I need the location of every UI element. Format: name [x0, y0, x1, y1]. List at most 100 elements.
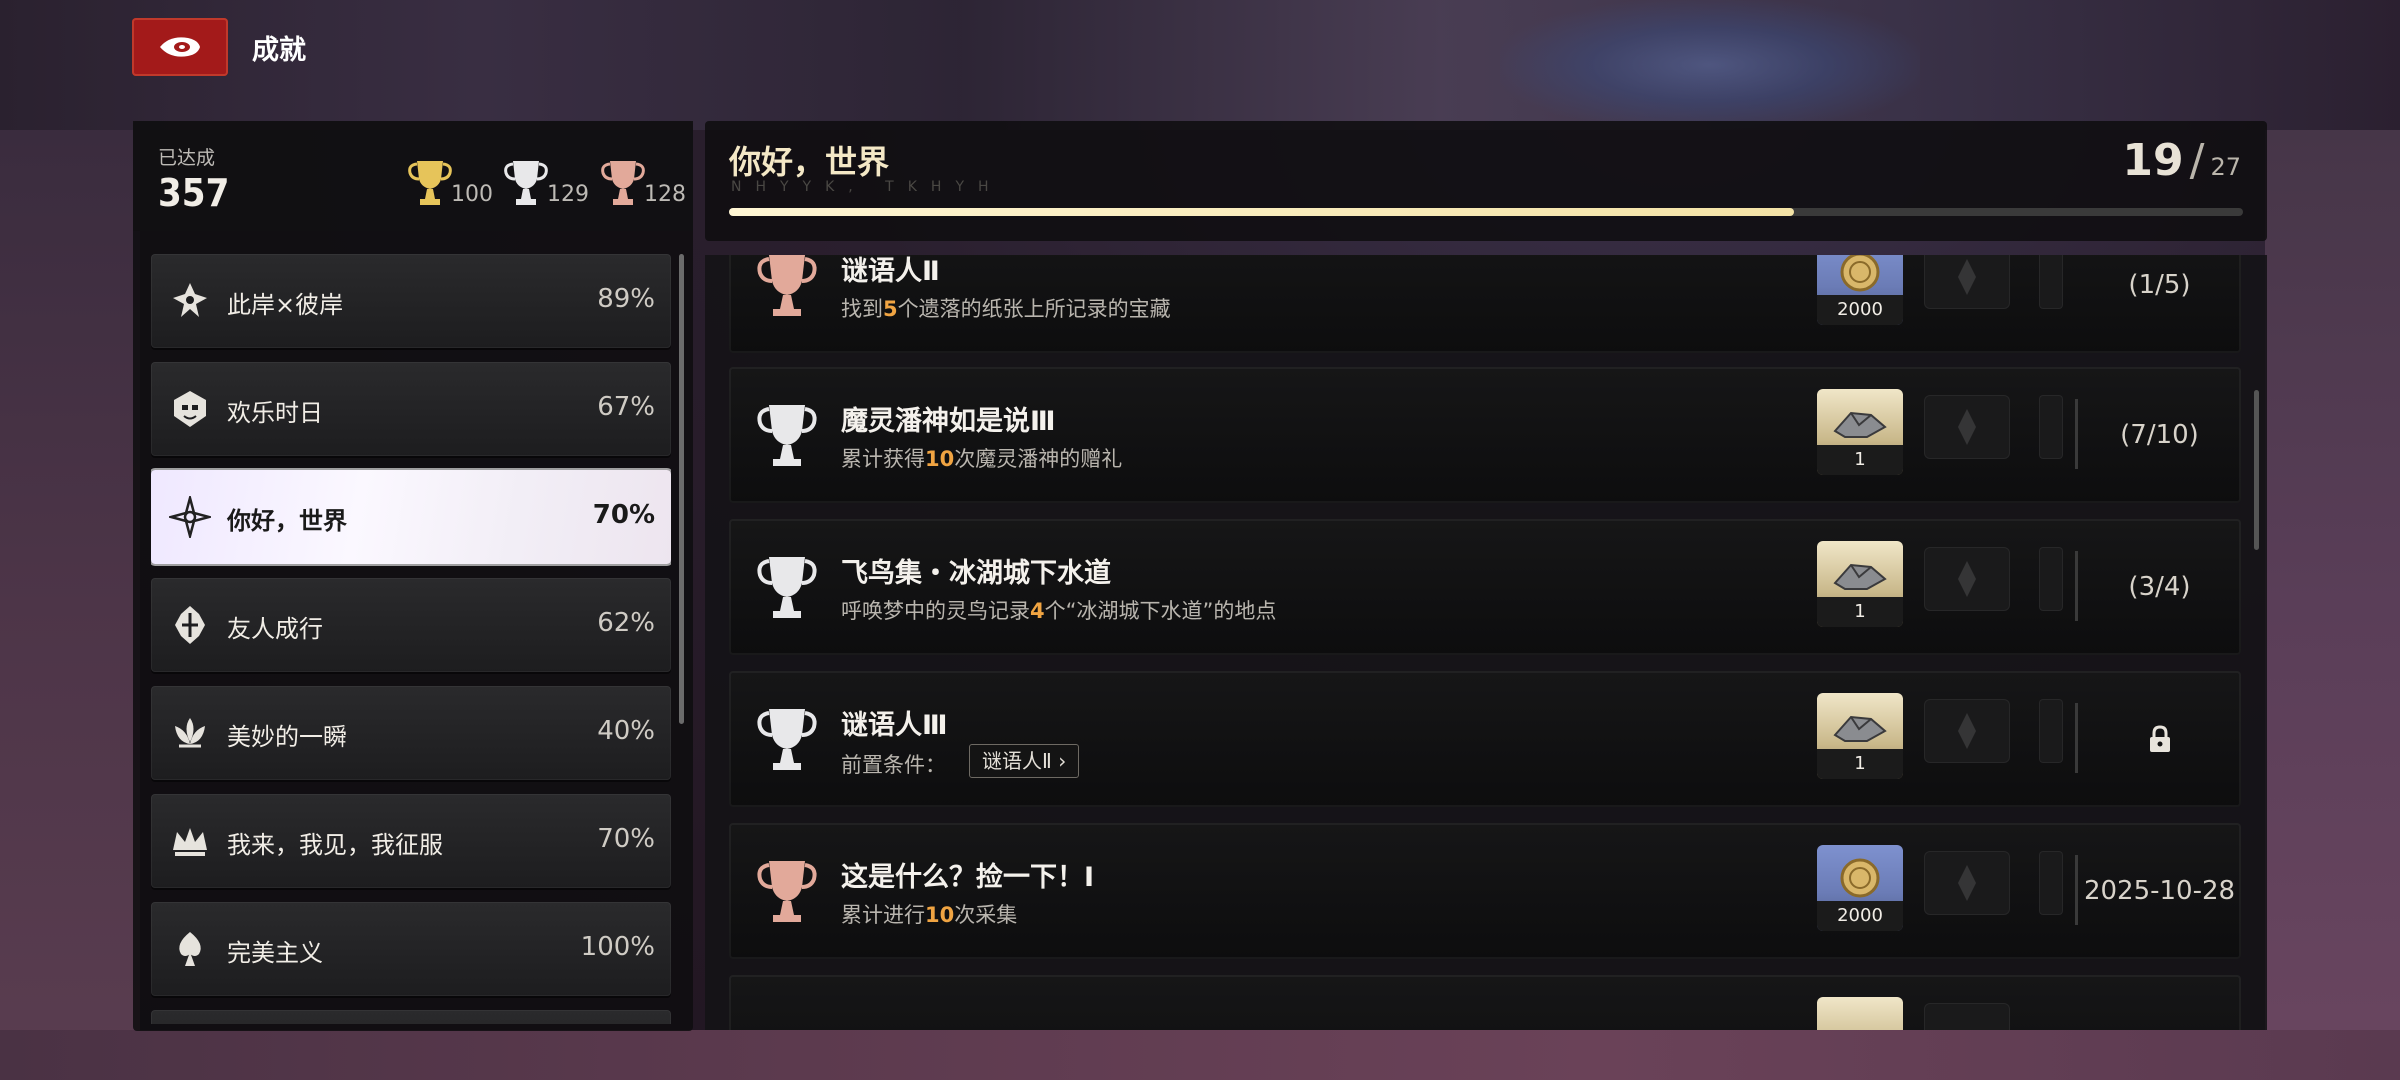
achievement-title: 谜语人Ⅲ [841, 710, 948, 741]
back-button[interactable] [132, 18, 228, 76]
category-header: 你好，世界 NHYYK, TKHYH 19/27 [705, 121, 2267, 241]
category-item-selected[interactable]: 你好，世界 70% [151, 470, 671, 564]
reward-slot-empty [1924, 699, 2010, 763]
category-progress-bar [729, 208, 2243, 216]
reward-slot-empty [2039, 851, 2063, 915]
achievement-list: 谜语人Ⅱ 找到5个遗落的纸张上所记录的宝藏 2000 (1/5) 魔灵潘神如是说… [705, 255, 2267, 1030]
category-percent: 70% [597, 824, 655, 854]
category-label: 友人成行 [227, 615, 323, 643]
silver-trophy-icon [757, 557, 817, 618]
gold-trophy-count: 100 [451, 182, 493, 207]
achievement-summary: 已达成 357 100 129 128 [133, 121, 693, 231]
category-percent: 70% [592, 500, 655, 530]
page-title: 成就 [252, 35, 306, 66]
category-title: 你好，世界 [729, 143, 890, 181]
achievement-status: 2025-10-28 [2083, 876, 2236, 906]
coin-icon [1840, 858, 1880, 898]
category-subtitle: NHYYK, TKHYH [731, 179, 1003, 195]
achievement-status: (3/4) [2128, 572, 2191, 602]
reward-slot-empty [1924, 851, 2010, 915]
silver-trophy-icon [757, 709, 817, 770]
achieved-label: 已达成 [158, 147, 216, 169]
crown-emblem-icon [173, 828, 207, 856]
achievement-list-scrollbar[interactable] [2254, 390, 2259, 550]
prerequisite-link[interactable]: 谜语人Ⅱ › [969, 744, 1080, 778]
bronze-trophy-stat: 128 [598, 149, 686, 209]
crest-emblem-icon [175, 606, 205, 644]
achievement-status: (1/5) [2128, 270, 2191, 300]
achievement-title: 飞鸟集・冰湖城下水道 [841, 558, 1111, 589]
achievement-row[interactable]: 谜语人Ⅱ 找到5个遗落的纸张上所记录的宝藏 2000 (1/5) [729, 255, 2241, 353]
category-item[interactable] [151, 1010, 671, 1024]
prerequisite-label: 前置条件： [841, 753, 946, 777]
reward-quantity: 1 [1817, 749, 1903, 779]
reward-coin[interactable]: 2000 [1817, 845, 1903, 931]
category-item[interactable]: 欢乐时日 67% [151, 362, 671, 456]
achievement-description: 累计进行10次采集 [841, 903, 1018, 927]
category-panel: 已达成 357 100 129 128 此岸×彼岸 89% 欢乐时日 67% 你… [133, 121, 693, 1031]
reward-quantity: 1 [1817, 597, 1903, 627]
category-label: 完美主义 [227, 939, 323, 967]
achievement-title: 魔灵潘神如是说Ⅲ [841, 406, 1056, 437]
achieved-count: 357 [158, 171, 230, 215]
achievement-status [2078, 671, 2241, 807]
achievement-row[interactable] [729, 975, 2241, 1030]
category-label: 你好，世界 [227, 507, 347, 535]
spade-emblem-icon [179, 932, 201, 966]
back-emblem-icon [160, 37, 200, 57]
gold-trophy-icon [408, 161, 452, 205]
category-progress-count: 19/27 [2122, 135, 2241, 186]
silver-trophy-count: 129 [547, 182, 589, 207]
reward-slot-empty [1924, 255, 2010, 309]
material-item-icon [1833, 411, 1887, 438]
material-item-icon [1833, 563, 1887, 590]
progress-fill [729, 208, 1795, 216]
reward-coin[interactable]: 2000 [1817, 255, 1903, 325]
bronze-trophy-count: 128 [644, 182, 686, 207]
category-scrollbar[interactable] [679, 254, 684, 724]
category-item[interactable]: 我来，我见，我征服 70% [151, 794, 671, 888]
silver-trophy-stat: 129 [501, 149, 589, 209]
reward-slot-empty [2039, 547, 2063, 611]
bronze-trophy-icon [757, 255, 817, 316]
category-percent: 62% [597, 608, 655, 638]
reward-slot-empty [2039, 395, 2063, 459]
achievement-description: 累计获得10次魔灵潘神的赠礼 [841, 447, 1123, 471]
total-count: 27 [2210, 153, 2241, 181]
category-list: 此岸×彼岸 89% 欢乐时日 67% 你好，世界 70% 友人成行 62% 美妙… [151, 254, 671, 1024]
mask-emblem-icon [174, 391, 206, 427]
category-percent: 89% [597, 284, 655, 314]
reward-slot-empty [1924, 547, 2010, 611]
category-item[interactable]: 美妙的一瞬 40% [151, 686, 671, 780]
achievement-title: 谜语人Ⅱ [841, 256, 940, 287]
achievement-row[interactable]: 魔灵潘神如是说Ⅲ 累计获得10次魔灵潘神的赠礼 1 (7/10) [729, 367, 2241, 503]
coin-icon [1840, 255, 1880, 292]
category-percent: 100% [580, 932, 655, 962]
done-count: 19 [2122, 135, 2184, 186]
reward-item[interactable] [1817, 997, 1903, 1030]
reward-slot-empty [1924, 395, 2010, 459]
achievement-row[interactable]: 飞鸟集・冰湖城下水道 呼唤梦中的灵鸟记录4个“冰湖城下水道”的地点 1 (3/4… [729, 519, 2241, 655]
reward-item[interactable]: 1 [1817, 541, 1903, 627]
reward-quantity: 2000 [1817, 901, 1903, 931]
silver-trophy-icon [504, 161, 548, 205]
achievement-row-locked[interactable]: 谜语人Ⅲ 前置条件： 谜语人Ⅱ › 1 [729, 671, 2241, 807]
category-label: 欢乐时日 [227, 399, 323, 427]
reward-quantity: 1 [1817, 445, 1903, 475]
achievement-description: 找到5个遗落的纸张上所记录的宝藏 [841, 297, 1171, 321]
category-item[interactable]: 友人成行 62% [151, 578, 671, 672]
category-item[interactable]: 完美主义 100% [151, 902, 671, 996]
reward-slot-empty [2039, 255, 2063, 309]
bronze-trophy-icon [601, 161, 645, 205]
category-percent: 40% [597, 716, 655, 746]
gold-trophy-stat: 100 [405, 149, 493, 209]
reward-item[interactable]: 1 [1817, 693, 1903, 779]
category-label: 美妙的一瞬 [227, 723, 347, 751]
achievement-row[interactable]: 这是什么？捡一下！Ⅰ 累计进行10次采集 2000 2025-10-28 [729, 823, 2241, 959]
category-item[interactable]: 此岸×彼岸 89% [151, 254, 671, 348]
material-item-icon [1833, 715, 1887, 742]
reward-item[interactable]: 1 [1817, 389, 1903, 475]
reward-slot-empty [1924, 1003, 2010, 1030]
lotus-emblem-icon [175, 718, 205, 748]
category-label: 此岸×彼岸 [227, 291, 344, 319]
